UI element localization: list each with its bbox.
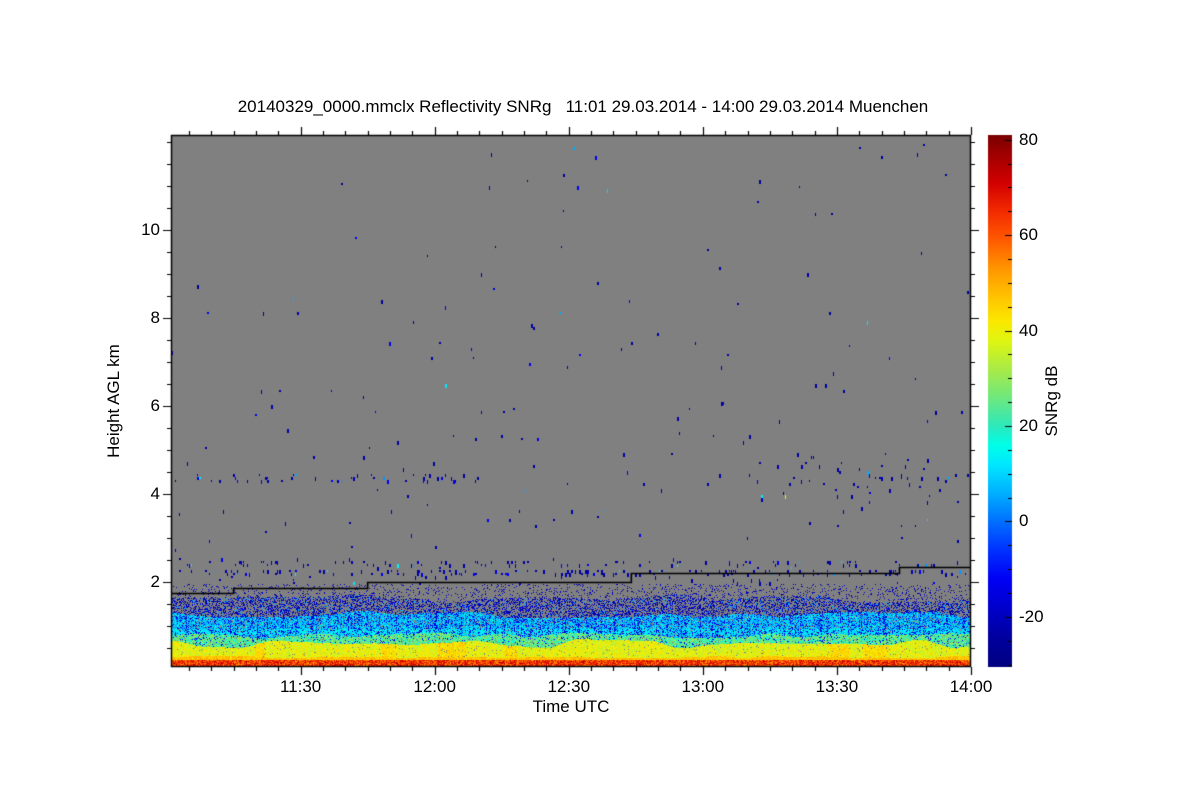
- x-tick-label: 14:00: [949, 677, 993, 696]
- colorbar-tick-label: -20: [1019, 606, 1044, 626]
- colorbar-tick-label: 80: [1019, 129, 1038, 149]
- colorbar-tick-label: 20: [1019, 416, 1038, 436]
- x-axis-label: Time UTC: [532, 697, 610, 716]
- y-tick-label: 4: [150, 484, 160, 504]
- colorbar-label: SNRg dB: [1042, 365, 1061, 437]
- y-tick-label: 2: [150, 572, 160, 592]
- heatmap-canvas: [0, 0, 1200, 800]
- y-tick-label: 10: [141, 220, 160, 240]
- x-tick-label: 13:00: [681, 677, 725, 696]
- colorbar-tick-label: 40: [1019, 320, 1038, 340]
- colorbar-tick-label: 60: [1019, 225, 1038, 245]
- y-tick-label: 8: [150, 308, 160, 328]
- x-tick-label: 12:30: [547, 677, 591, 696]
- x-tick-label: 12:00: [413, 677, 456, 696]
- colorbar-tick-label: 0: [1019, 511, 1029, 531]
- plot-title: 20140329_0000.mmclx Reflectivity SNRg 11…: [237, 97, 929, 116]
- x-tick-label: 11:30: [279, 677, 322, 696]
- x-tick-label: 13:30: [815, 677, 859, 696]
- radar-reflectivity-plot-page: 20140329_0000.mmclx Reflectivity SNRg 11…: [0, 0, 1200, 800]
- y-tick-label: 6: [150, 396, 160, 416]
